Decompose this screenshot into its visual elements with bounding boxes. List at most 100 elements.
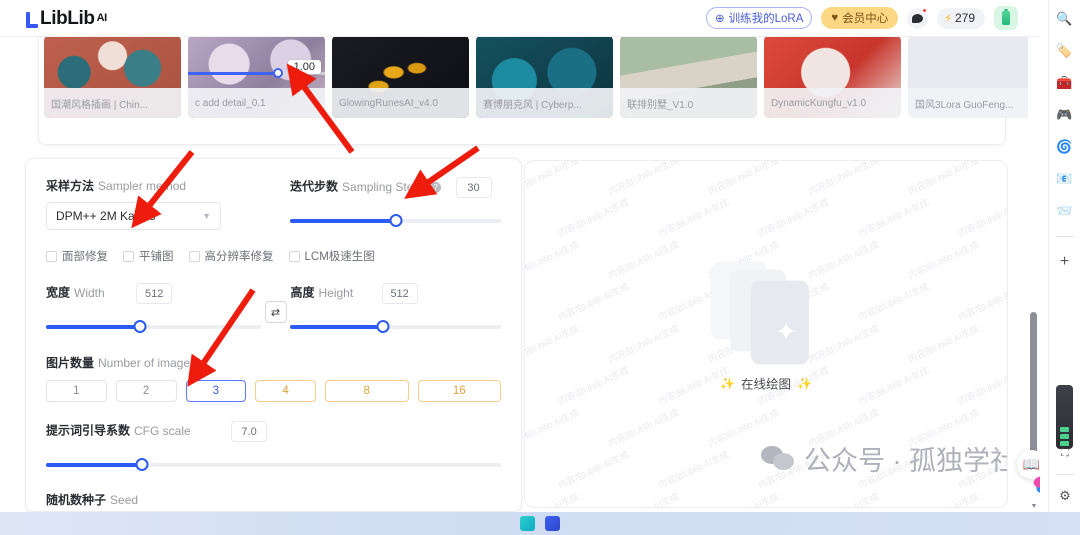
browser-page: LibLib AI ⊕ 训练我的LoRA ♥ 会员中心 ⚡ 279 国潮风格插画… bbox=[0, 0, 1040, 512]
image-count-label-cn: 图片数量 bbox=[46, 356, 95, 370]
taskbar-app-icon[interactable] bbox=[520, 516, 535, 531]
sampler-method-select[interactable]: DPM++ 2M Karras ▼ bbox=[46, 202, 221, 230]
model-card-label: 国潮风格插画 | Chin... bbox=[44, 88, 181, 118]
model-card[interactable]: 赛博朋克风 | Cyberp... bbox=[476, 35, 613, 118]
cfg-scale-slider[interactable] bbox=[46, 458, 501, 472]
watermark-text: 内容由Liblib AI生成 bbox=[525, 323, 581, 365]
sampler-label-cn: 采样方法 bbox=[46, 179, 95, 193]
scrollbar-thumb[interactable] bbox=[1030, 312, 1037, 460]
image-count-option-3[interactable]: 3 bbox=[185, 380, 247, 402]
option-checkboxes: 面部修复 平铺图 高分辨率修复 LCM极速生图 bbox=[46, 248, 501, 264]
watermark-text: 内容由Liblib AI生成 bbox=[556, 449, 631, 491]
games-icon[interactable]: 🎮 bbox=[1055, 105, 1075, 125]
taskbar-app-icon[interactable] bbox=[545, 516, 560, 531]
slider-knob[interactable] bbox=[389, 214, 402, 227]
watermark-text: 内容由Liblib AI生成 bbox=[525, 239, 581, 281]
outlook-icon[interactable]: 📧 bbox=[1055, 169, 1075, 189]
lora-weight-value[interactable]: 1.00 bbox=[287, 60, 321, 74]
watermark-text: 内容由Liblib AI生成 bbox=[806, 161, 881, 197]
site-header: LibLib AI ⊕ 训练我的LoRA ♥ 会员中心 ⚡ 279 bbox=[0, 0, 1040, 37]
model-card[interactable]: 国风3Lora GuoFeng... bbox=[908, 35, 1040, 118]
placeholder-label: 在线绘图 bbox=[740, 377, 791, 392]
toolbox-icon[interactable]: 🧰 bbox=[1055, 73, 1075, 93]
lora-slider-fill bbox=[188, 71, 279, 75]
swap-dimensions-wrapper: ⇄ bbox=[261, 283, 291, 323]
copilot-icon[interactable]: 🌀 bbox=[1055, 137, 1075, 157]
canvas-placeholder: ✦ ✨ 在线绘图 ✨ bbox=[711, 261, 821, 393]
image-count-option-16[interactable]: 16 bbox=[417, 380, 501, 402]
edge-sidebar: 🔍 🏷️ 🧰 🎮 🌀 📧 📨 + ⛶ ⚙ bbox=[1048, 0, 1080, 512]
crown-icon: ♥ bbox=[831, 12, 839, 24]
model-card[interactable]: 联排别墅_V1.0 bbox=[620, 35, 757, 118]
logo-mark-icon bbox=[25, 11, 38, 28]
checkbox-face-restore[interactable]: 面部修复 bbox=[46, 248, 108, 264]
membership-center-button[interactable]: ♥ 会员中心 bbox=[821, 7, 899, 29]
credits-value: 279 bbox=[954, 11, 975, 25]
image-count-label: 图片数量 Number of images bbox=[46, 354, 501, 372]
model-card[interactable]: GlowingRunesAI_v4.0 bbox=[332, 35, 469, 118]
width-slider[interactable] bbox=[46, 320, 261, 334]
chat-bubble-icon[interactable] bbox=[907, 7, 929, 29]
checkbox-tiling[interactable]: 平铺图 bbox=[123, 248, 174, 264]
model-card[interactable]: 国潮风格插画 | Chin... bbox=[44, 35, 181, 118]
image-count-option-1[interactable]: 1 bbox=[46, 380, 107, 402]
wechat-watermark: 公众号 · 孤独学社 bbox=[761, 439, 1008, 478]
plus-icon[interactable]: + bbox=[1055, 252, 1075, 272]
watermark-text: 内容由Liblib AI生成 bbox=[606, 239, 681, 281]
height-slider[interactable] bbox=[290, 320, 501, 334]
watermark-text: 内容由Liblib AI生成 bbox=[956, 197, 1007, 239]
checkbox-label: 高分辨率修复 bbox=[204, 251, 274, 263]
scrollbar-track[interactable] bbox=[1028, 40, 1040, 502]
notification-badge-dot bbox=[922, 7, 928, 13]
lora-slider-knob[interactable] bbox=[273, 68, 284, 78]
watermark-text: 内容由Liblib AI生成 bbox=[756, 197, 831, 239]
header-actions: ⊕ 训练我的LoRA ♥ 会员中心 ⚡ 279 bbox=[705, 6, 1018, 30]
width-value[interactable]: 512 bbox=[136, 283, 173, 304]
image-count-option-2[interactable]: 2 bbox=[115, 380, 177, 402]
placeholder-card-stack: ✦ bbox=[711, 261, 821, 365]
preview-canvas-panel[interactable]: 内容由Liblib AI生成 内容由Liblib AI生成 内容由Liblib AI… bbox=[524, 160, 1008, 508]
credits-indicator[interactable]: ⚡ 279 bbox=[937, 7, 985, 29]
battery-icon[interactable] bbox=[994, 6, 1018, 30]
height-label: 高度 Height 512 bbox=[290, 283, 501, 304]
sampling-steps-value[interactable]: 30 bbox=[455, 177, 492, 198]
model-cards-panel: 国潮风格插画 | Chin... 1.00 c add detail_0.1 G… bbox=[38, 30, 1040, 145]
book-icon[interactable]: 📖 bbox=[1017, 450, 1040, 479]
send-icon[interactable]: 📨 bbox=[1055, 201, 1075, 221]
page-scrollbar[interactable]: ▲ ▼ bbox=[1028, 30, 1040, 512]
checkbox-hires-fix[interactable]: 高分辨率修复 bbox=[188, 248, 274, 264]
slider-knob[interactable] bbox=[376, 320, 390, 333]
width-label-en: Width bbox=[74, 285, 105, 300]
model-card[interactable]: DynamicKungfu_v1.0 bbox=[764, 35, 901, 118]
logo-text: LibLib bbox=[40, 7, 95, 29]
model-card-selected[interactable]: 1.00 c add detail_0.1 bbox=[188, 35, 325, 118]
price-tag-icon[interactable]: 🏷️ bbox=[1055, 41, 1075, 61]
watermark-text: 内容由Liblib AI生成 bbox=[856, 281, 931, 323]
sampling-steps-slider[interactable] bbox=[290, 214, 501, 228]
slider-knob[interactable] bbox=[133, 320, 147, 333]
checkbox-lcm[interactable]: LCM极速生图 bbox=[288, 248, 375, 264]
sidebar-divider bbox=[1056, 474, 1074, 475]
wechat-watermark-text: 公众号 · 孤独学社 bbox=[804, 446, 1008, 476]
width-label: 宽度 Width 512 bbox=[46, 283, 261, 304]
image-count-option-4[interactable]: 4 bbox=[255, 380, 316, 402]
placeholder-label-row: ✨ 在线绘图 ✨ bbox=[720, 374, 812, 393]
train-my-lora-button[interactable]: ⊕ 训练我的LoRA bbox=[705, 7, 813, 29]
gear-icon[interactable]: ⚙ bbox=[1055, 486, 1075, 506]
height-value[interactable]: 512 bbox=[381, 283, 418, 304]
watermark-text: 内容由Liblib AI生成 bbox=[556, 281, 631, 323]
slider-fill bbox=[46, 325, 141, 329]
slider-knob[interactable] bbox=[135, 458, 149, 471]
search-icon[interactable]: 🔍 bbox=[1055, 9, 1075, 29]
magic-wand-icon: ✦ bbox=[775, 316, 797, 347]
image-count-option-8[interactable]: 8 bbox=[325, 380, 409, 402]
sampler-method-label: 采样方法 Sampler method bbox=[46, 177, 254, 195]
watermark-text: 内容由Liblib AI生成 bbox=[906, 489, 981, 507]
split-screen-icon[interactable]: ⛶ bbox=[1055, 443, 1075, 463]
membership-center-label: 会员中心 bbox=[842, 13, 889, 25]
question-mark-icon[interactable]: ? bbox=[430, 181, 442, 193]
liblib-logo[interactable]: LibLib AI bbox=[25, 9, 107, 28]
swap-arrows-icon[interactable]: ⇄ bbox=[264, 301, 287, 323]
triangle-down-icon[interactable]: ▼ bbox=[1031, 502, 1038, 512]
cfg-scale-value[interactable]: 7.0 bbox=[231, 421, 268, 442]
